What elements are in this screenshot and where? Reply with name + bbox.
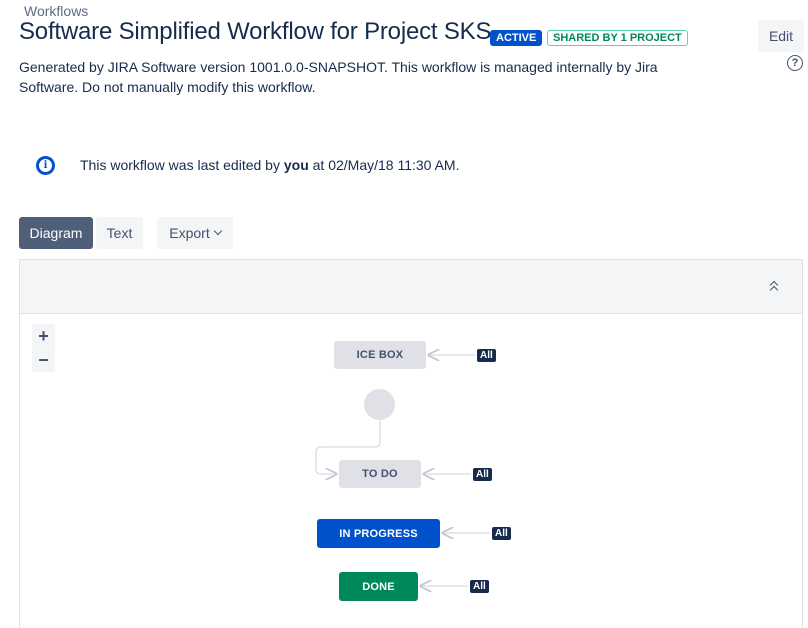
diagram-toolbar xyxy=(20,260,802,314)
global-transition-badge[interactable]: All xyxy=(473,468,492,481)
status-node-done[interactable]: DONE xyxy=(339,572,418,601)
active-status-badge: ACTIVE xyxy=(490,30,543,46)
last-edited-suffix: at 02/May/18 11:30 AM. xyxy=(308,157,460,173)
chevron-down-icon xyxy=(213,226,222,236)
page-title: Software Simplified Workflow for Project… xyxy=(19,18,492,45)
initial-state-node[interactable] xyxy=(364,389,395,420)
status-node-in-progress[interactable]: IN PROGRESS xyxy=(317,519,440,548)
breadcrumb[interactable]: Workflows xyxy=(24,3,88,19)
edit-button[interactable]: Edit xyxy=(758,20,804,52)
zoom-in-button[interactable]: + xyxy=(32,324,55,348)
export-label: Export xyxy=(169,225,210,241)
status-node-ice-box[interactable]: ICE BOX xyxy=(334,341,426,369)
zoom-controls: + − xyxy=(32,324,55,372)
info-icon: i xyxy=(36,156,55,175)
status-node-to-do[interactable]: TO DO xyxy=(339,460,421,488)
tab-diagram[interactable]: Diagram xyxy=(19,217,93,249)
collapse-icon[interactable] xyxy=(768,280,780,295)
help-icon[interactable]: ? xyxy=(787,55,803,71)
global-transition-badge[interactable]: All xyxy=(470,580,489,593)
shared-projects-badge[interactable]: SHARED BY 1 PROJECT xyxy=(547,30,688,46)
workflow-diagram-canvas[interactable]: + − ICE BOX TO DO IN PROGRESS DONE All A… xyxy=(19,259,803,628)
zoom-out-button[interactable]: − xyxy=(32,348,55,372)
last-edited-user: you xyxy=(283,157,309,173)
export-dropdown-button[interactable]: Export xyxy=(157,217,233,249)
global-transition-badge[interactable]: All xyxy=(477,349,496,362)
tab-text[interactable]: Text xyxy=(96,217,143,249)
workflow-description: Generated by JIRA Software version 1001.… xyxy=(19,59,658,95)
last-edited-message: This workflow was last edited by you at … xyxy=(80,157,459,173)
last-edited-prefix: This workflow was last edited by xyxy=(80,157,284,173)
global-transition-badge[interactable]: All xyxy=(492,527,511,540)
